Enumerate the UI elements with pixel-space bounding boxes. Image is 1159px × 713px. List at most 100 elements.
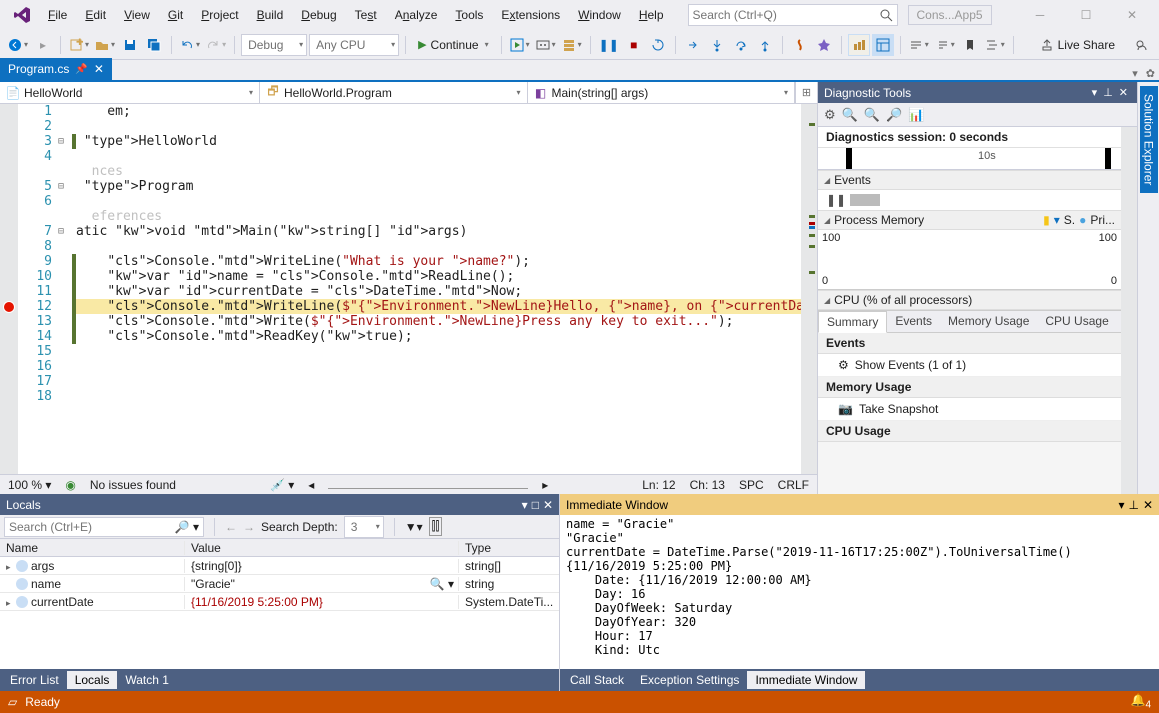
- nav-forward-button[interactable]: ▸: [32, 34, 54, 56]
- tab-exception[interactable]: Exception Settings: [632, 671, 747, 689]
- nav-back-button[interactable]: [6, 34, 30, 56]
- zoom-out-icon[interactable]: 🔎: [886, 107, 902, 123]
- locals-row[interactable]: ▸args{string[0]}string[]: [0, 557, 559, 575]
- maximize-button[interactable]: ☐: [1073, 8, 1099, 22]
- memory-section-header[interactable]: Process Memory ▮ ▾S. ●Pri...: [818, 210, 1121, 230]
- columns-icon[interactable]: ⫿⫿: [429, 517, 443, 536]
- nav-tool[interactable]: 💉 ▾: [270, 478, 294, 492]
- show-next-statement-button[interactable]: [682, 34, 704, 56]
- tab-watch[interactable]: Watch 1: [117, 671, 177, 689]
- zoom-reset-icon[interactable]: 🔍: [864, 107, 880, 123]
- thread-combo[interactable]: [534, 34, 558, 56]
- filter-icon[interactable]: ▼▾: [405, 520, 423, 534]
- line-label[interactable]: Ln: 12: [642, 478, 675, 492]
- toggle-a-button[interactable]: [848, 34, 870, 56]
- toggle-b-button[interactable]: [872, 34, 894, 56]
- code-editor[interactable]: 123456789101112131415161718⊟⊟⊟ em; "type…: [0, 104, 817, 474]
- timeline-ruler[interactable]: 10s: [818, 148, 1121, 170]
- intellicode-button[interactable]: [813, 34, 835, 56]
- immediate-close-icon[interactable]: ✕: [1143, 498, 1153, 512]
- restart-button[interactable]: [647, 34, 669, 56]
- config-combo[interactable]: Debug: [241, 34, 307, 56]
- open-file-button[interactable]: [93, 34, 117, 56]
- step-into-button[interactable]: [706, 34, 728, 56]
- nav-prev-icon[interactable]: ←: [225, 520, 237, 534]
- locals-search[interactable]: 🔎 ▾: [4, 517, 204, 537]
- menu-view[interactable]: View: [116, 4, 158, 26]
- nav-left[interactable]: ◂: [308, 478, 314, 492]
- continue-button[interactable]: ▶Continue: [412, 34, 495, 56]
- minimize-button[interactable]: ─: [1027, 8, 1053, 22]
- platform-combo[interactable]: Any CPU: [309, 34, 399, 56]
- memory-graph[interactable]: 100100 00: [818, 230, 1121, 290]
- menu-tools[interactable]: Tools: [447, 4, 491, 26]
- menu-git[interactable]: Git: [160, 4, 191, 26]
- step-out-button[interactable]: [754, 34, 776, 56]
- chart-icon[interactable]: 📊: [908, 107, 924, 123]
- doc-dropdown[interactable]: ▾: [1128, 67, 1142, 80]
- menu-analyze[interactable]: Analyze: [387, 4, 446, 26]
- menu-file[interactable]: File: [40, 4, 75, 26]
- locals-row[interactable]: name"Gracie"🔍 ▾string: [0, 575, 559, 593]
- diag-dropdown-icon[interactable]: ▾: [1089, 86, 1101, 99]
- tab-callstack[interactable]: Call Stack: [562, 671, 632, 689]
- step-over-button[interactable]: [730, 34, 752, 56]
- comment-button[interactable]: [907, 34, 931, 56]
- close-button[interactable]: ✕: [1119, 8, 1145, 22]
- nav-right[interactable]: ▸: [542, 478, 548, 492]
- new-project-button[interactable]: ✚: [67, 34, 91, 56]
- process-combo[interactable]: [508, 34, 532, 56]
- search-input[interactable]: [693, 8, 879, 22]
- bookmark-button[interactable]: [959, 34, 981, 56]
- zoom-combo[interactable]: 100 % ▾: [8, 478, 51, 492]
- stop-button[interactable]: ■: [623, 34, 645, 56]
- menu-test[interactable]: Test: [347, 4, 385, 26]
- locals-grid[interactable]: NameValueType▸args{string[0]}string[]nam…: [0, 539, 559, 669]
- nav-namespace-combo[interactable]: 📄HelloWorld: [0, 82, 260, 103]
- nav-class-combo[interactable]: 🗗HelloWorld.Program: [260, 82, 528, 103]
- pin-icon[interactable]: 📌: [75, 64, 87, 75]
- immediate-output[interactable]: name = "Gracie" "Gracie" currentDate = D…: [560, 515, 1159, 669]
- ins-label[interactable]: SPC: [739, 478, 764, 492]
- diag-tab-cpu[interactable]: CPU Usage: [1037, 311, 1116, 332]
- nav-method-combo[interactable]: ◧Main(string[] args): [528, 82, 796, 103]
- tab-locals[interactable]: Locals: [67, 671, 118, 689]
- save-button[interactable]: [119, 34, 141, 56]
- quick-launch-search[interactable]: [688, 4, 898, 26]
- menu-extensions[interactable]: Extensions: [493, 4, 568, 26]
- stackframe-combo[interactable]: [560, 34, 584, 56]
- notifications-button[interactable]: 🔔4: [1130, 693, 1151, 710]
- issues-label[interactable]: No issues found: [90, 478, 176, 492]
- solution-explorer-tab[interactable]: Solution Explorer: [1140, 86, 1158, 193]
- show-events-link[interactable]: ⚙Show Events (1 of 1): [818, 354, 1121, 377]
- feedback-button[interactable]: [1131, 34, 1153, 56]
- undo-button[interactable]: [178, 34, 202, 56]
- zoom-in-icon[interactable]: 🔍: [842, 107, 858, 123]
- menu-project[interactable]: Project: [193, 4, 246, 26]
- menu-build[interactable]: Build: [249, 4, 292, 26]
- menu-window[interactable]: Window: [570, 4, 629, 26]
- col-label[interactable]: Ch: 13: [690, 478, 725, 492]
- menu-debug[interactable]: Debug: [293, 4, 344, 26]
- hot-reload-button[interactable]: [789, 34, 811, 56]
- menu-help[interactable]: Help: [631, 4, 672, 26]
- diag-tab-summary[interactable]: Summary: [818, 311, 887, 333]
- menu-edit[interactable]: Edit: [77, 4, 114, 26]
- settings-icon[interactable]: ⚙: [824, 107, 836, 123]
- locals-row[interactable]: ▸currentDate{11/16/2019 5:25:00 PM}Syste…: [0, 593, 559, 611]
- tab-immediate[interactable]: Immediate Window: [747, 671, 865, 689]
- diag-tab-memory[interactable]: Memory Usage: [940, 311, 1037, 332]
- cpu-section-header[interactable]: CPU (% of all processors): [818, 290, 1121, 310]
- h-scrollbar[interactable]: [328, 488, 528, 489]
- events-section-header[interactable]: Events: [818, 170, 1121, 190]
- diag-pin-icon[interactable]: ⊥: [1100, 86, 1116, 99]
- diag-tab-events[interactable]: Events: [887, 311, 940, 332]
- nav-next-icon[interactable]: →: [243, 520, 255, 534]
- tab-error-list[interactable]: Error List: [2, 671, 67, 689]
- take-snapshot-link[interactable]: 📷Take Snapshot: [818, 398, 1121, 421]
- pause-button[interactable]: ❚❚: [597, 34, 621, 56]
- redo-button[interactable]: [204, 34, 228, 56]
- close-icon[interactable]: ✕: [94, 62, 104, 76]
- split-editor-button[interactable]: ⊞: [795, 82, 817, 103]
- locals-search-input[interactable]: [9, 520, 175, 534]
